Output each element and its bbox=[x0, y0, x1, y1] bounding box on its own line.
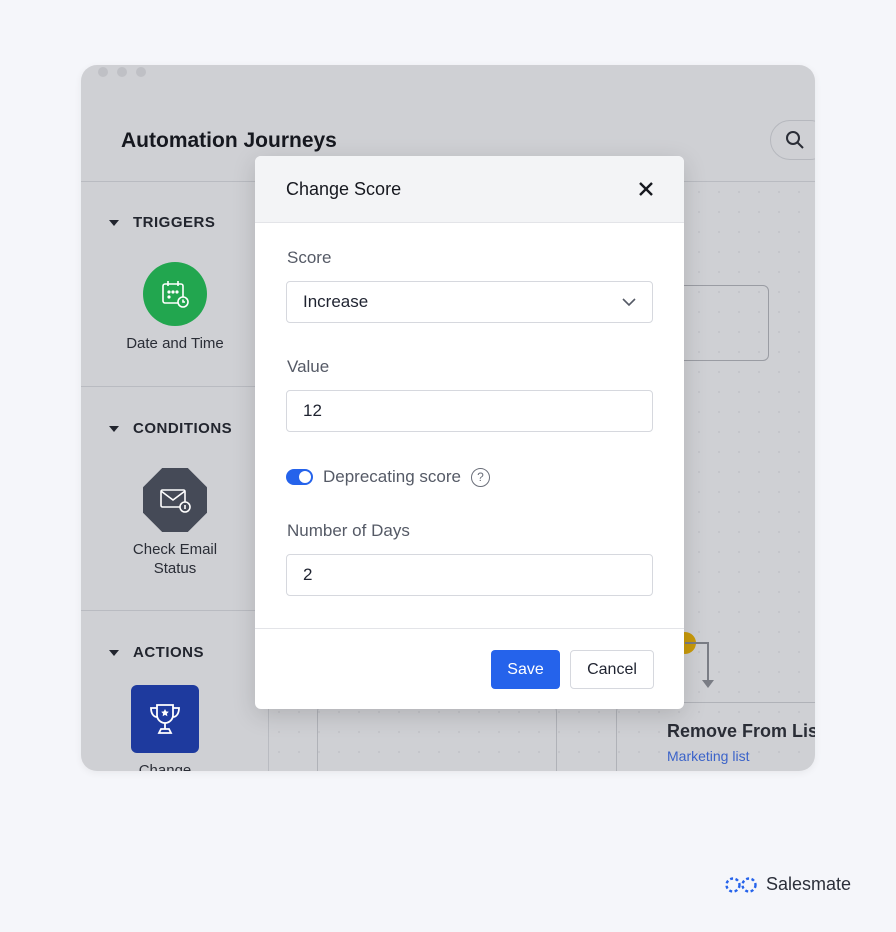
trigger-date-and-time[interactable]: Date and Time bbox=[81, 262, 269, 353]
days-label: Number of Days bbox=[287, 521, 410, 540]
deprecating-score-toggle-row: Deprecating score ? bbox=[286, 467, 490, 487]
trophy-icon bbox=[131, 685, 199, 753]
section-title: TRIGGERS bbox=[133, 214, 216, 231]
toggle-label: Deprecating score bbox=[323, 467, 461, 486]
change-score-dialog: Change Score Score Increase Value 12 Dep… bbox=[255, 156, 684, 709]
node-title: Remove From List bbox=[667, 721, 815, 741]
dialog-title: Change Score bbox=[286, 178, 402, 199]
value-input-text: 12 bbox=[303, 401, 322, 420]
value-input[interactable]: 12 bbox=[286, 390, 653, 432]
score-select[interactable]: Increase bbox=[286, 281, 653, 323]
window-controls bbox=[98, 67, 146, 77]
score-label: Score bbox=[287, 248, 332, 267]
canvas-node-box[interactable] bbox=[669, 285, 769, 361]
cancel-button[interactable]: Cancel bbox=[570, 650, 654, 689]
caret-down-icon bbox=[109, 219, 119, 226]
deprecating-score-toggle[interactable] bbox=[286, 469, 313, 485]
node-label: Status bbox=[153, 560, 197, 577]
days-input-text: 2 bbox=[303, 565, 313, 584]
node-label: Date and Time bbox=[126, 335, 224, 352]
action-card-remove-from-list[interactable]: Remove From List Marketing list bbox=[616, 702, 815, 771]
value-label: Value bbox=[287, 357, 330, 376]
divider bbox=[255, 628, 684, 629]
score-selected-value: Increase bbox=[303, 292, 369, 311]
calendar-clock-icon bbox=[143, 262, 207, 326]
connector-line bbox=[707, 642, 709, 682]
divider bbox=[81, 386, 269, 387]
email-status-icon bbox=[143, 468, 207, 532]
page-title: Automation Journeys bbox=[121, 129, 337, 152]
days-input[interactable]: 2 bbox=[286, 554, 653, 596]
node-label: Check Email bbox=[132, 541, 218, 558]
search-button[interactable] bbox=[770, 120, 815, 160]
sidebar: TRIGGERS Date and Time CONDITIONS Check … bbox=[81, 182, 269, 771]
section-title: ACTIONS bbox=[133, 644, 204, 661]
action-card[interactable] bbox=[317, 702, 557, 771]
window-dot[interactable] bbox=[136, 67, 146, 77]
help-icon[interactable]: ? bbox=[470, 467, 490, 487]
condition-check-email-status[interactable]: Check Email Status bbox=[81, 468, 269, 578]
arrow-down-icon bbox=[702, 680, 714, 688]
section-header-actions[interactable]: ACTIONS bbox=[109, 644, 204, 661]
node-subtitle-link[interactable]: Marketing list bbox=[667, 748, 815, 764]
close-icon[interactable] bbox=[639, 182, 653, 196]
node-label: Change bbox=[138, 762, 192, 771]
window-dot[interactable] bbox=[117, 67, 127, 77]
brand-logo: Salesmate bbox=[724, 874, 851, 895]
caret-down-icon bbox=[109, 425, 119, 432]
caret-down-icon bbox=[109, 649, 119, 656]
window-dot[interactable] bbox=[98, 67, 108, 77]
section-title: CONDITIONS bbox=[133, 420, 233, 437]
search-icon bbox=[786, 131, 804, 149]
chevron-down-icon bbox=[622, 297, 636, 306]
action-change-score[interactable]: Change bbox=[81, 685, 259, 771]
salesmate-logo-icon bbox=[725, 876, 757, 893]
connector-line bbox=[685, 642, 708, 644]
section-header-conditions[interactable]: CONDITIONS bbox=[109, 420, 232, 437]
brand-name: Salesmate bbox=[766, 874, 852, 894]
divider bbox=[81, 610, 269, 611]
section-header-triggers[interactable]: TRIGGERS bbox=[109, 214, 215, 231]
dialog-header: Change Score bbox=[255, 156, 684, 223]
save-button[interactable]: Save bbox=[491, 650, 560, 689]
